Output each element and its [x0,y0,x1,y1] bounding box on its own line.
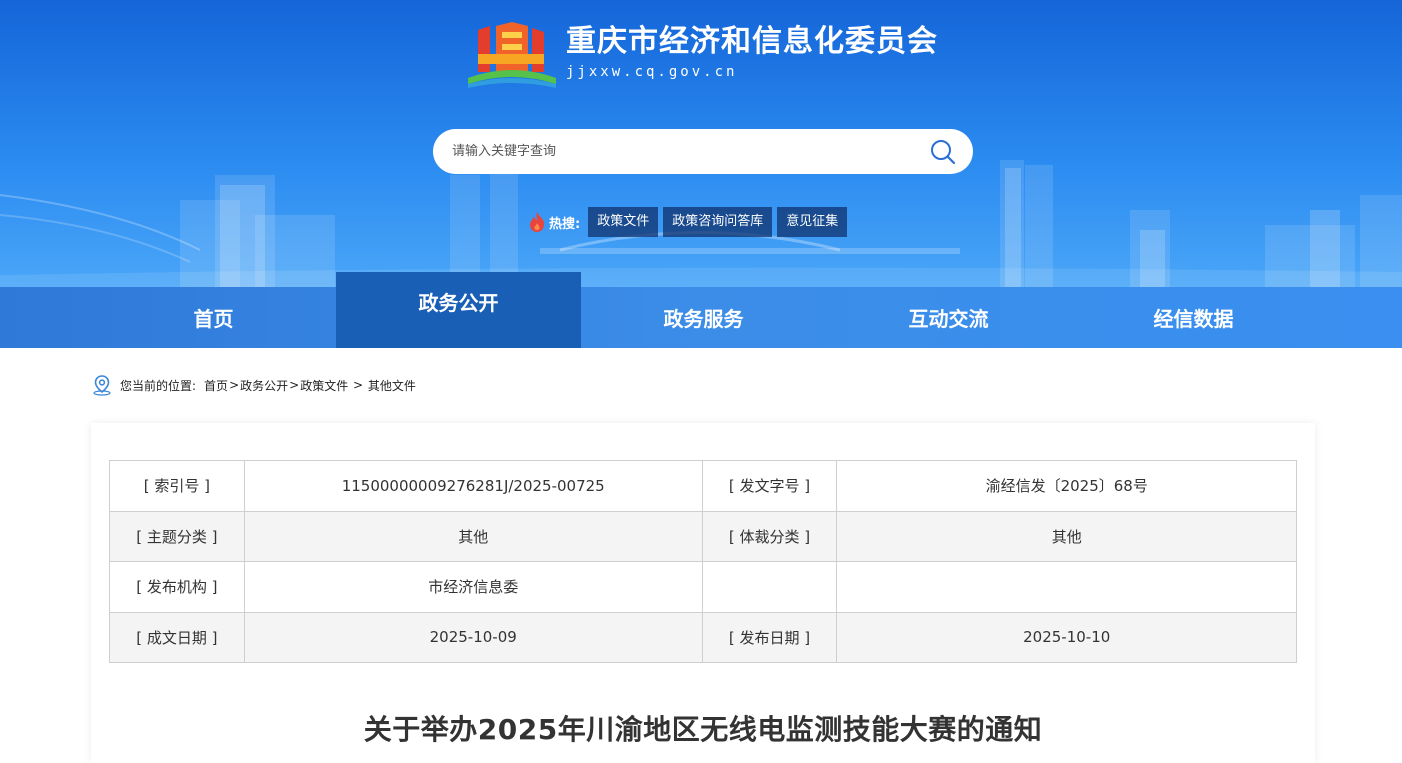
breadcrumb-policy-files[interactable]: 政策文件 [300,377,348,394]
hot-search: 热搜: 政策文件 政策咨询问答库 意见征集 [528,207,852,237]
search-bar [433,129,973,174]
written-date-label: [ 成文日期 ] [109,611,245,663]
site-header: 重庆市经济和信息化委员会 jjxxw.cq.gov.cn 热搜: 政策文件 政策… [0,0,1402,287]
index-number-value: 11500000009276281J/2025-00725 [243,460,703,512]
location-pin-icon [93,375,111,396]
nav-data[interactable]: 经信数据 [1071,287,1316,348]
hot-tag-policy-qa[interactable]: 政策咨询问答库 [663,207,773,237]
breadcrumb-prefix: 您当前的位置: [120,378,197,393]
genre-category-value: 其他 [836,510,1297,562]
issuing-agency-label: [ 发布机构 ] [109,561,245,613]
table-row: [ 索引号 ] 11500000009276281J/2025-00725 [ … [109,460,1297,512]
breadcrumb: 您当前的位置: 首页 > 政务公开 > 政策文件 > 其他文件 [91,374,416,396]
publish-date-label: [ 发布日期 ] [701,611,838,663]
empty-cell [836,561,1297,613]
site-title: 重庆市经济和信息化委员会 [566,24,938,59]
breadcrumb-separator: > [229,378,240,392]
search-icon [931,139,956,164]
nav-interaction[interactable]: 互动交流 [826,287,1071,348]
emblem-icon [468,22,556,88]
breadcrumb-separator: > [289,378,300,392]
breadcrumb-government-affairs[interactable]: 政务公开 [240,377,288,394]
flame-icon [530,212,545,232]
subject-category-value: 其他 [243,510,703,562]
site-logo[interactable]: 重庆市经济和信息化委员会 jjxxw.cq.gov.cn [466,18,938,88]
document-title: 关于举办2025年川渝地区无线电监测技能大赛的通知 [363,713,1043,746]
main-nav: 首页 政务公开 政务服务 互动交流 经信数据 [0,272,1402,348]
breadcrumb-home[interactable]: 首页 [204,377,228,394]
nav-home[interactable]: 首页 [91,287,336,348]
site-url: jjxxw.cq.gov.cn [566,64,738,80]
hot-search-label: 热搜: [549,216,581,232]
nav-government-services[interactable]: 政务服务 [581,287,826,348]
table-row: [ 主题分类 ] 其他 [ 体裁分类 ] 其他 [109,510,1297,562]
issuing-agency-value: 市经济信息委 [243,561,703,613]
search-button[interactable] [921,130,965,174]
subject-category-label: [ 主题分类 ] [109,510,245,562]
document-number-value: 渝经信发〔2025〕68号 [836,460,1297,512]
written-date-value: 2025-10-09 [243,611,703,663]
table-row: [ 成文日期 ] 2025-10-09 [ 发布日期 ] 2025-10-10 [109,611,1297,663]
breadcrumb-separator: > [349,378,367,392]
search-input[interactable] [433,129,921,174]
empty-cell [701,561,838,613]
document-metadata-table: [ 索引号 ] 11500000009276281J/2025-00725 [ … [109,460,1297,663]
table-row: [ 发布机构 ] 市经济信息委 [109,561,1297,613]
genre-category-label: [ 体裁分类 ] [701,510,838,562]
hot-tag-policy-files[interactable]: 政策文件 [588,207,659,237]
index-number-label: [ 索引号 ] [109,460,245,512]
breadcrumb-other-files[interactable]: 其他文件 [368,377,416,394]
document-card: [ 索引号 ] 11500000009276281J/2025-00725 [ … [91,423,1315,763]
nav-government-affairs-open[interactable]: 政务公开 [336,272,581,348]
hot-tag-opinion-solicitation[interactable]: 意见征集 [777,207,848,237]
document-number-label: [ 发文字号 ] [701,460,838,512]
publish-date-value: 2025-10-10 [836,611,1297,663]
